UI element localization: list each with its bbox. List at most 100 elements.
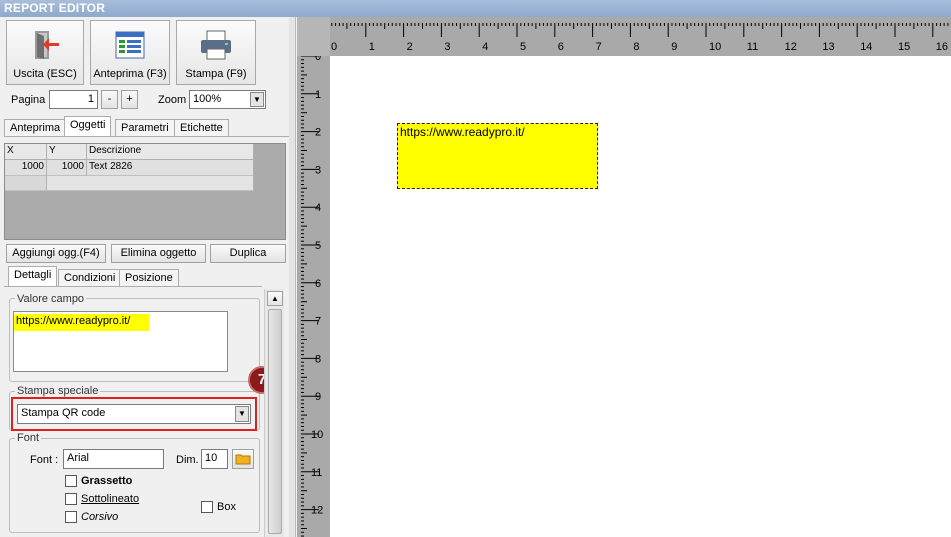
table-cell-x[interactable]: 1000 xyxy=(5,160,47,176)
ruler-tick-label: 0 xyxy=(331,41,337,53)
tab-label: Anteprima xyxy=(10,122,61,134)
page-input[interactable]: 1 xyxy=(49,90,98,109)
ruler-tick-label: 1 xyxy=(369,41,375,53)
font-input[interactable]: Arial xyxy=(63,449,164,469)
ruler-tick-label: 2 xyxy=(315,127,321,139)
print-label: Stampa (F9) xyxy=(185,68,247,80)
ruler-tick-label: 11 xyxy=(747,41,758,53)
size-input[interactable]: 10 xyxy=(201,449,228,469)
ruler-tick-label: 2 xyxy=(407,41,413,53)
canvas-text-object[interactable]: https://www.readypro.it/ xyxy=(397,123,598,189)
column-header-descrizione[interactable]: Descrizione xyxy=(87,144,254,160)
ruler-tick-label: 4 xyxy=(482,41,488,53)
tab-label: Oggetti xyxy=(70,119,106,131)
table-new-row-cell[interactable] xyxy=(47,176,254,191)
tab-posizione[interactable]: Posizione xyxy=(119,269,179,286)
bold-label: Grassetto xyxy=(81,475,133,487)
ruler-tick-label: 9 xyxy=(315,391,321,403)
tab-etichette[interactable]: Etichette xyxy=(174,119,229,136)
tab-condizioni[interactable]: Condizioni xyxy=(58,269,122,286)
field-value-text: https://www.readypro.it/ xyxy=(14,314,149,331)
printer-icon xyxy=(201,30,231,60)
font-picker-button[interactable] xyxy=(232,449,254,469)
ruler-tick-label: 4 xyxy=(315,202,321,214)
delete-object-button[interactable]: Elimina oggetto xyxy=(111,244,206,263)
ruler-tick-label: 10 xyxy=(709,41,721,53)
ruler-tick-label: 8 xyxy=(633,41,639,53)
tab-oggetti[interactable]: Oggetti xyxy=(64,116,112,136)
box-checkbox[interactable] xyxy=(201,501,213,513)
ruler-tick-label: 15 xyxy=(898,41,910,53)
ruler-tick-label: 12 xyxy=(311,505,323,517)
ruler-tick-label: 9 xyxy=(671,41,677,53)
objects-table: X Y Descrizione 1000 1000 Text 2826 xyxy=(4,143,286,240)
ruler-tick-label: 6 xyxy=(558,41,564,53)
ruler-tick-label: 5 xyxy=(520,41,526,53)
ruler-tick-label: 11 xyxy=(311,467,322,479)
page-label: Pagina xyxy=(11,94,46,106)
tab-label: Etichette xyxy=(180,122,223,134)
ruler-tick-label: 16 xyxy=(936,41,948,53)
size-label: Dim. xyxy=(176,454,199,466)
duplicate-button[interactable]: Duplica xyxy=(210,244,286,263)
tab-anteprima[interactable]: Anteprima xyxy=(4,119,67,136)
exit-label: Uscita (ESC) xyxy=(13,68,77,80)
vertical-ruler: 0123456789101112 xyxy=(297,56,330,537)
zoom-value: 100% xyxy=(193,93,222,105)
preview-label: Anteprima (F3) xyxy=(93,68,167,80)
preview-button[interactable]: Anteprima (F3) xyxy=(90,20,170,85)
zoom-label: Zoom xyxy=(158,94,187,106)
column-header-y[interactable]: Y xyxy=(47,144,87,160)
underline-label: Sottolineato xyxy=(81,493,140,505)
special-print-value: Stampa QR code xyxy=(21,407,106,419)
italic-label: Corsivo xyxy=(81,511,119,523)
italic-checkbox[interactable] xyxy=(65,511,77,523)
column-header-x[interactable]: X xyxy=(5,144,47,160)
report-canvas[interactable]: https://www.readypro.it/ xyxy=(330,56,951,537)
ruler-corner xyxy=(297,17,330,56)
chevron-down-icon[interactable]: ▼ xyxy=(250,92,264,107)
ruler-tick-label: 12 xyxy=(785,41,797,53)
ruler-tick-label: 6 xyxy=(315,278,321,290)
exit-button[interactable]: Uscita (ESC) xyxy=(6,20,84,85)
ruler-tick-label: 14 xyxy=(860,41,872,53)
zoom-select[interactable]: 100% ▼ xyxy=(189,90,266,109)
table-cell-y[interactable]: 1000 xyxy=(47,160,87,176)
ruler-tick-label: 5 xyxy=(315,240,321,252)
tab-dettagli[interactable]: Dettagli xyxy=(8,266,58,286)
splitter[interactable] xyxy=(289,17,296,537)
page-increment-button[interactable]: + xyxy=(121,90,138,109)
ruler-tick-label: 1 xyxy=(315,89,321,101)
add-object-button[interactable]: Aggiungi ogg.(F4) xyxy=(6,244,106,263)
special-print-legend: Stampa speciale xyxy=(15,385,101,397)
bold-checkbox[interactable] xyxy=(65,475,77,487)
scroll-up-button[interactable]: ▲ xyxy=(267,291,283,306)
ruler-tick-label: 7 xyxy=(596,41,602,53)
font-label: Font : xyxy=(30,454,59,466)
ruler-tick-label: 0 xyxy=(315,56,321,63)
special-print-select[interactable]: Stampa QR code ▼ xyxy=(17,404,251,424)
ruler-tick-label: 7 xyxy=(315,316,321,328)
ruler-tick-label: 8 xyxy=(315,353,321,365)
font-legend: Font xyxy=(15,432,42,444)
scroll-thumb[interactable] xyxy=(268,309,282,534)
field-value-legend: Valore campo xyxy=(15,293,87,305)
tab-label: Condizioni xyxy=(64,272,116,284)
print-button[interactable]: Stampa (F9) xyxy=(176,20,256,85)
ruler-tick-label: 3 xyxy=(444,41,450,53)
tab-label: Parametri xyxy=(121,122,169,134)
exit-door-icon xyxy=(35,31,59,59)
field-value-textarea[interactable]: https://www.readypro.it/ xyxy=(13,311,228,372)
table-cell-descrizione[interactable]: Text 2826 xyxy=(87,160,254,176)
underline-checkbox[interactable] xyxy=(65,493,77,505)
ruler-tick-label: 13 xyxy=(822,41,834,53)
page-decrement-button[interactable]: - xyxy=(101,90,118,109)
tab-label: Posizione xyxy=(125,272,173,284)
table-new-row[interactable] xyxy=(5,176,47,191)
folder-icon xyxy=(235,454,251,465)
panel-scrollbar[interactable]: ▲ xyxy=(264,289,284,537)
tab-parametri[interactable]: Parametri xyxy=(115,119,175,136)
box-label: Box xyxy=(217,501,236,513)
ruler-tick-label: 10 xyxy=(311,429,323,441)
chevron-down-icon[interactable]: ▼ xyxy=(235,406,249,422)
